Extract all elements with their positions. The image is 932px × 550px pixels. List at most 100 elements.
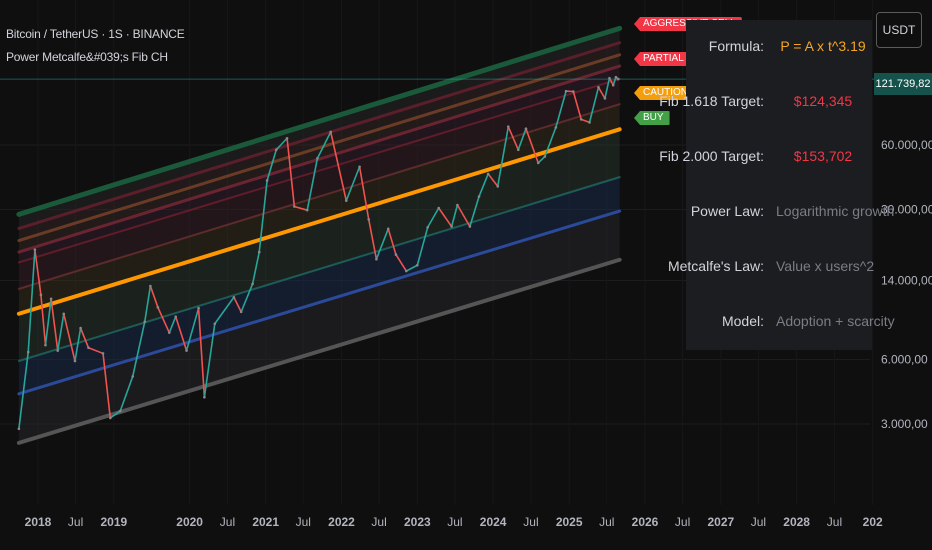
price-point (26, 350, 30, 354)
x-tick-label: Jul (827, 515, 842, 529)
price-point (394, 253, 398, 256)
price-point (486, 172, 490, 176)
price-point (143, 320, 147, 323)
y-tick-label: 60.000,00 (881, 138, 932, 152)
info-value: Value x users^2 (776, 258, 875, 274)
info-row: Fib 2.000 Target: $153,702 (659, 148, 872, 168)
info-value: $153,702 (793, 148, 853, 164)
price-point (468, 225, 472, 228)
x-tick-label: 2024 (480, 515, 507, 529)
price-point (257, 250, 261, 254)
price-point (564, 89, 568, 93)
info-panel: Formula: P = A x t^3.19 Fib 1.618 Target: $… (659, 20, 895, 350)
price-point (524, 127, 528, 130)
x-tick-label: Jul (523, 515, 538, 529)
x-tick-label: 2021 (252, 515, 279, 529)
info-row: Model: Adoption + scarcity (686, 313, 895, 333)
signal-buy: BUY (634, 111, 670, 125)
info-value: Logarithmic growth (776, 203, 895, 219)
price-point (203, 395, 206, 399)
info-row: Metcalfe's Law: Value x users^2 (668, 258, 875, 278)
y-tick-label: 6.000,00 (881, 352, 928, 366)
price-point (17, 427, 21, 431)
price-point (108, 416, 112, 420)
price-point (611, 83, 615, 87)
x-tick-label: 202 (863, 515, 883, 529)
info-label: Metcalfe's Law: (667, 258, 764, 274)
price-point (39, 293, 43, 297)
price-point (293, 205, 296, 208)
price-point (87, 346, 90, 350)
price-point (265, 179, 269, 182)
x-tick-label: Jul (68, 515, 83, 529)
price-point (232, 295, 236, 299)
price-point (386, 227, 390, 231)
info-label: Model: (721, 313, 764, 329)
price-point (456, 203, 459, 207)
price-point (101, 352, 105, 355)
price-point (174, 315, 178, 318)
info-value: P = A x t^3.19 (780, 38, 866, 54)
price-point (79, 326, 82, 330)
x-tick-label: Jul (675, 515, 690, 529)
price-point (213, 322, 217, 326)
price-point (450, 225, 453, 228)
price-point (62, 312, 66, 316)
price-point (375, 257, 378, 261)
x-tick-label: 2027 (707, 515, 734, 529)
info-row: Formula: P = A x t^3.19 (686, 38, 872, 58)
x-tick-label: Jul (447, 515, 462, 529)
currency-button[interactable]: USDT (876, 12, 922, 48)
price-point (405, 269, 408, 273)
price-point (416, 263, 419, 267)
price-point (543, 155, 547, 158)
price-point (274, 148, 278, 152)
price-point (185, 349, 188, 352)
price-point (285, 136, 289, 140)
price-point (496, 185, 500, 188)
info-row: Fib 1.618 Target: $124,345 (659, 93, 872, 113)
price-point (49, 297, 53, 301)
price-point (554, 126, 558, 129)
x-tick-label: 2025 (556, 515, 583, 529)
price-point (572, 90, 575, 93)
info-label: Power Law: (690, 203, 764, 219)
y-tick-label: 3.000,00 (881, 417, 928, 431)
price-point (56, 349, 60, 352)
price-point (251, 282, 254, 286)
price-point (329, 130, 332, 134)
price-point (167, 331, 171, 334)
price-point (536, 161, 540, 165)
price-point (358, 165, 361, 169)
current-price-label: 121.739,82 (874, 73, 932, 95)
chart-root: { "header": { "symbol_line": "Bitcoin / … (0, 0, 932, 550)
info-label: Formula: (708, 38, 764, 54)
price-point (316, 157, 319, 160)
price-point (516, 148, 520, 152)
x-axis-labels: 2018 Jul 2019 2020 Jul 2021 Jul 2022 Jul 2023 Jul 2… (25, 515, 883, 529)
x-tick-label: 2018 (25, 515, 52, 529)
y-axis-labels: 3.000,006.000,0014.000,0030.000,0060.000… (881, 138, 932, 431)
x-tick-label: 2028 (783, 515, 810, 529)
x-tick-label: Jul (220, 515, 235, 529)
info-row: Power Law: Logarithmic growth (686, 203, 895, 223)
x-tick-label: 2022 (328, 515, 355, 529)
price-point (73, 359, 77, 363)
price-point (614, 75, 618, 79)
x-tick-label: 2026 (632, 515, 659, 529)
price-point (603, 97, 607, 100)
price-point (118, 409, 122, 413)
price-point (579, 118, 583, 121)
x-tick-label: 2019 (100, 515, 127, 529)
price-point (149, 284, 152, 288)
x-tick-label: Jul (751, 515, 766, 529)
info-label: Fib 2.000 Target: (659, 148, 764, 164)
price-point (197, 306, 200, 310)
price-point (437, 206, 441, 210)
symbol-title: Bitcoin / TetherUS · 1S · BINANCE (6, 27, 185, 41)
price-point (156, 306, 160, 309)
price-point (426, 225, 430, 229)
price-point (239, 310, 243, 314)
price-point (367, 218, 371, 221)
indicator-title: Power Metcalfe&#039;s Fib CH (6, 50, 168, 64)
